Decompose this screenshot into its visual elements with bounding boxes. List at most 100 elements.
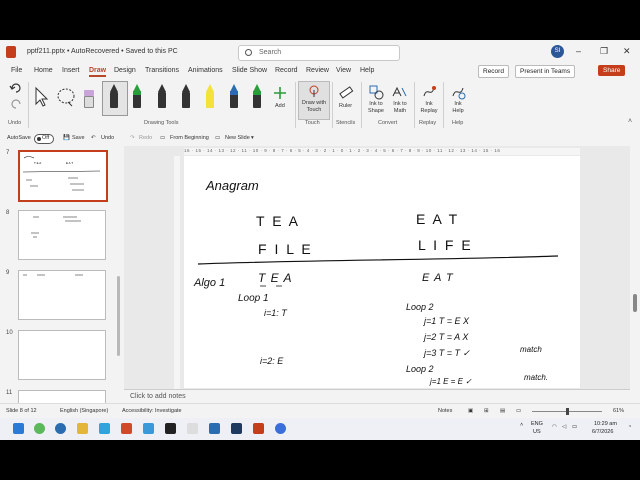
slide-canvas[interactable]: Anagram T E A E A T F I L E L I F E Algo… [184, 156, 580, 388]
tab-insert[interactable]: Insert [62, 67, 80, 74]
battery-icon[interactable]: ▭ [572, 424, 577, 430]
keyboard-lang-2[interactable]: US [533, 429, 541, 435]
store-icon[interactable] [99, 423, 110, 434]
minimize-button[interactable]: – [576, 46, 581, 56]
save-button[interactable]: Save [72, 135, 85, 141]
ink-to-shape-label[interactable]: Ink to Shape [366, 101, 386, 115]
restore-button[interactable]: ❐ [600, 46, 608, 57]
edge-icon[interactable] [55, 423, 66, 434]
ink-to-math-icon[interactable] [391, 84, 407, 100]
lasso-select-icon[interactable] [56, 86, 76, 108]
settings-app-icon[interactable] [231, 423, 242, 434]
editor-scrollbar[interactable] [630, 146, 640, 403]
green-pen-icon[interactable] [130, 84, 144, 110]
avatar[interactable]: SI [551, 45, 564, 58]
from-beginning-button[interactable]: From Beginning [170, 135, 209, 141]
language-indicator[interactable]: English (Singapore) [60, 408, 108, 414]
tab-file[interactable]: File [11, 67, 22, 74]
camera-icon[interactable] [187, 423, 198, 434]
widgets-icon[interactable] [34, 423, 45, 434]
thumbnail-scrollbar[interactable] [116, 146, 120, 403]
i2-step: i=2: E [260, 356, 284, 366]
right-eat: E A T [422, 272, 454, 284]
qat-undo-button[interactable]: Undo [101, 135, 114, 141]
zoom-level[interactable]: 61% [613, 408, 624, 414]
tab-slide-show[interactable]: Slide Show [232, 67, 267, 74]
notes-toggle[interactable]: Notes [438, 408, 452, 414]
tab-review[interactable]: Review [306, 67, 329, 74]
wifi-icon[interactable]: ◠ [552, 424, 557, 430]
tab-help[interactable]: Help [360, 67, 374, 74]
office-icon[interactable] [121, 423, 132, 434]
tab-design[interactable]: Design [114, 67, 136, 74]
keyboard-lang-1[interactable]: ENG [531, 421, 543, 427]
tab-record[interactable]: Record [275, 67, 298, 74]
share-button[interactable]: Share [598, 65, 626, 76]
tab-view[interactable]: View [336, 67, 351, 74]
qat-undo-icon[interactable]: ↶ [91, 135, 96, 141]
close-button[interactable]: ✕ [623, 46, 631, 57]
ruler-icon[interactable] [338, 84, 354, 100]
draw-with-touch-button[interactable]: Draw with Touch [298, 81, 330, 120]
collapse-ribbon-icon[interactable]: ˄ [628, 118, 632, 125]
accessibility-status[interactable]: Accessibility: Investigate [122, 408, 182, 414]
green-pen-2-icon[interactable] [250, 84, 264, 110]
black-pen-2-icon[interactable] [155, 84, 169, 110]
meet-icon[interactable] [275, 423, 286, 434]
windows-start-icon[interactable] [13, 423, 24, 434]
group-label-convert: Convert [378, 120, 398, 126]
vscode-icon[interactable] [209, 423, 220, 434]
tab-draw[interactable]: Draw [89, 67, 107, 77]
redo-icon[interactable] [9, 98, 23, 110]
new-slide-button[interactable]: New Slide [225, 135, 250, 141]
zoom-slider-handle[interactable] [566, 408, 569, 415]
notes-pane[interactable]: Click to add notes [124, 389, 630, 404]
slide-sorter-icon[interactable]: ⊞ [484, 408, 489, 414]
snipping-tool-icon[interactable] [143, 423, 154, 434]
save-icon[interactable]: 💾 [63, 135, 70, 141]
select-pointer-icon[interactable] [33, 86, 49, 108]
tray-chevron-icon[interactable]: ˄ [520, 422, 523, 428]
black-pen-3-icon[interactable] [179, 84, 193, 110]
powerpoint-taskbar-icon[interactable] [253, 423, 264, 434]
clock-time[interactable]: 10:29 am [594, 421, 617, 427]
customize-qat-icon[interactable]: ▾ [251, 135, 254, 141]
slideshow-icon[interactable]: ▭ [516, 408, 521, 414]
ink-to-math-label[interactable]: Ink to Math [389, 101, 411, 115]
ink-replay-label[interactable]: Ink Replay [418, 101, 440, 115]
volume-icon[interactable]: ◁ [562, 424, 566, 430]
ruler-label[interactable]: Ruler [339, 103, 352, 109]
present-in-teams-button[interactable]: Present in Teams [515, 65, 576, 78]
file-explorer-icon[interactable] [77, 423, 88, 434]
notes-placeholder[interactable]: Click to add notes [130, 393, 186, 400]
tab-transitions[interactable]: Transitions [145, 67, 179, 74]
slide-thumbnail-9[interactable] [18, 270, 106, 320]
ink-replay-icon[interactable] [421, 84, 437, 100]
normal-view-icon[interactable]: ▣ [468, 408, 473, 414]
slide-thumbnail-8[interactable] [18, 210, 106, 260]
windows-taskbar: ˄ ENG US ◠ ◁ ▭ 10:29 am 6/7/2026 ◔ [0, 418, 640, 440]
black-pen-icon[interactable] [107, 84, 121, 110]
clock-date[interactable]: 6/7/2026 [592, 429, 613, 435]
notification-bell-icon[interactable]: ◔ [628, 424, 631, 430]
ink-to-shape-icon[interactable] [368, 84, 384, 100]
eraser-icon[interactable] [82, 84, 96, 110]
blue-pen-icon[interactable] [227, 84, 241, 110]
slide-thumbnail-11[interactable] [18, 390, 106, 403]
slide-thumbnail-7[interactable]: T E AE A T [18, 150, 108, 202]
tab-home[interactable]: Home [34, 67, 53, 74]
ink-help-label[interactable]: Ink Help [448, 101, 468, 115]
undo-icon[interactable] [9, 82, 23, 94]
terminal-icon[interactable] [165, 423, 176, 434]
search-box[interactable]: Search [238, 45, 400, 61]
record-button[interactable]: Record [478, 65, 509, 78]
new-slide-icon[interactable]: ▭ [215, 135, 220, 141]
from-beginning-icon[interactable]: ▭ [160, 135, 165, 141]
reading-view-icon[interactable]: ▤ [500, 408, 505, 414]
yellow-highlighter-icon[interactable] [203, 84, 217, 110]
svg-text:E A T: E A T [66, 161, 73, 165]
ink-help-icon[interactable] [450, 84, 466, 100]
add-pen-icon[interactable] [273, 86, 287, 100]
slide-thumbnail-10[interactable] [18, 330, 106, 380]
tab-animations[interactable]: Animations [188, 67, 223, 74]
